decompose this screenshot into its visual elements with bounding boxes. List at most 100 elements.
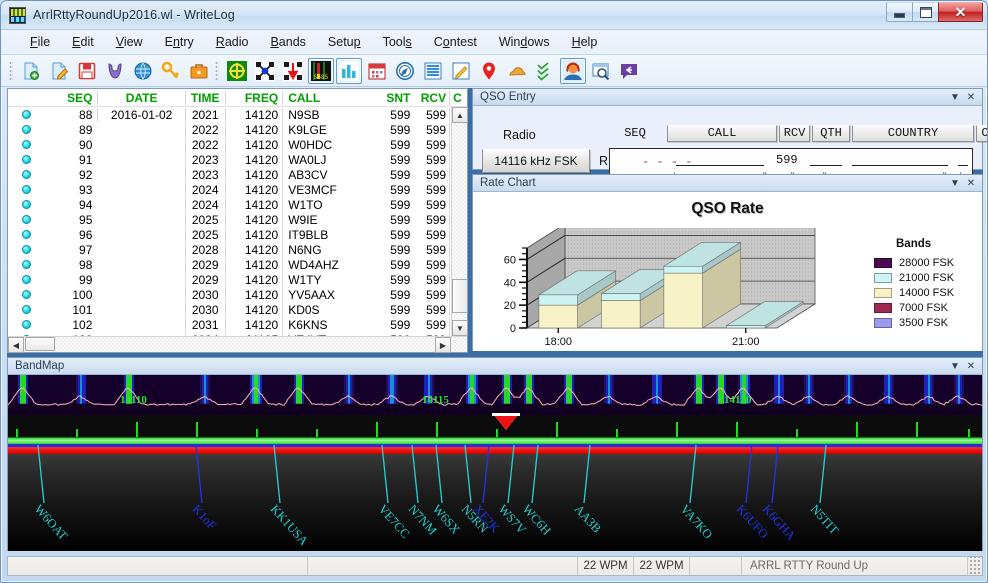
qso-qth-field[interactable] bbox=[810, 165, 842, 166]
menu-item-setup[interactable]: Setup bbox=[317, 33, 372, 51]
menu-item-windows[interactable]: Windows bbox=[488, 33, 561, 51]
operator-icon[interactable] bbox=[560, 58, 586, 84]
menu-item-bands[interactable]: Bands bbox=[259, 33, 316, 51]
menu-item-entry[interactable]: Entry bbox=[154, 33, 205, 51]
table-row[interactable]: 94202414120W1TO599599M bbox=[8, 197, 467, 212]
table-row[interactable]: 97202814120N6NG599599C bbox=[8, 242, 467, 257]
table-row[interactable]: 102203114120K6KNS599599C bbox=[8, 317, 467, 332]
bandmap-collapse-icon[interactable]: ▼ bbox=[948, 360, 962, 373]
radio-frequency-button[interactable]: 14116 kHz FSK bbox=[482, 149, 590, 173]
toolbar-grip-2[interactable] bbox=[215, 61, 219, 81]
log-header-rcv[interactable]: RCV bbox=[413, 91, 449, 105]
log-horizontal-scrollbar[interactable]: ◀ ▶ bbox=[8, 336, 467, 352]
qso-status-dot-icon bbox=[8, 155, 46, 164]
new-document-icon[interactable] bbox=[18, 58, 44, 84]
toolbar: 5585 bbox=[1, 55, 987, 87]
key-icon[interactable] bbox=[158, 58, 184, 84]
briefcase-icon[interactable] bbox=[186, 58, 212, 84]
horizontal-scroll-thumb[interactable] bbox=[25, 337, 55, 351]
qso-entry-collapse-icon[interactable]: ▼ bbox=[948, 91, 962, 104]
minimize-button[interactable] bbox=[886, 2, 913, 22]
bandmap-spot-area[interactable] bbox=[8, 454, 982, 551]
menu-item-edit[interactable]: Edit bbox=[61, 33, 105, 51]
table-row[interactable]: 98202914120WD4AHZ599599F bbox=[8, 257, 467, 272]
qso-entry-close-icon[interactable]: ✕ bbox=[964, 91, 978, 104]
menu-item-help[interactable]: Help bbox=[561, 33, 609, 51]
table-row[interactable]: 92202314120AB3CV599599M bbox=[8, 167, 467, 182]
log-header-time[interactable]: TIME bbox=[185, 91, 225, 105]
pencil-icon[interactable] bbox=[448, 58, 474, 84]
text-list-icon[interactable] bbox=[420, 58, 446, 84]
writelog-app-icon[interactable] bbox=[9, 7, 26, 24]
table-row[interactable]: 100203014120YV5AAX5995991 bbox=[8, 287, 467, 302]
packet-cluster-icon[interactable] bbox=[252, 58, 278, 84]
check-list-icon[interactable] bbox=[532, 58, 558, 84]
close-button[interactable]: ✕ bbox=[938, 2, 983, 22]
table-row[interactable]: 91202314120WA0LJ599599M bbox=[8, 152, 467, 167]
qso-header-call[interactable]: CALL bbox=[667, 125, 777, 142]
packet-spot-icon[interactable] bbox=[280, 58, 306, 84]
search-window-icon[interactable] bbox=[588, 58, 614, 84]
bandmap-close-icon[interactable]: ✕ bbox=[964, 360, 978, 373]
log-header-date[interactable]: DATE bbox=[97, 91, 184, 105]
scroll-left-arrow-icon[interactable]: ◀ bbox=[8, 337, 24, 353]
table-row[interactable]: 99202914120W1TY599599N bbox=[8, 272, 467, 287]
menu-item-view[interactable]: View bbox=[105, 33, 154, 51]
scroll-right-arrow-icon[interactable]: ▶ bbox=[435, 337, 451, 353]
qso-header-country[interactable]: COUNTRY bbox=[852, 125, 974, 142]
cell-time: 2029 bbox=[185, 273, 225, 287]
log-rows-container[interactable]: 882016-01-02202114120N9SB599599IL8920221… bbox=[8, 107, 467, 336]
log-header-snt[interactable]: SNT bbox=[378, 91, 414, 105]
save-icon[interactable] bbox=[74, 58, 100, 84]
menu-item-file[interactable]: File bbox=[19, 33, 61, 51]
rate-chart-icon[interactable] bbox=[336, 58, 362, 84]
log-header-seq[interactable]: SEQ bbox=[46, 91, 98, 105]
qso-header-c[interactable]: C bbox=[976, 125, 988, 142]
table-row[interactable]: 95202514120W9IE599599IL bbox=[8, 212, 467, 227]
tuning-marker-icon[interactable] bbox=[494, 415, 518, 430]
maximize-button[interactable] bbox=[912, 2, 939, 22]
cell-seq: 94 bbox=[46, 198, 98, 212]
message-icon[interactable] bbox=[616, 58, 642, 84]
qso-c-field[interactable] bbox=[958, 165, 968, 166]
toolbar-grip[interactable] bbox=[9, 61, 13, 81]
compass-icon[interactable] bbox=[392, 58, 418, 84]
qsl-icon[interactable] bbox=[102, 58, 128, 84]
table-row[interactable]: 90202214120W0HDC599599N bbox=[8, 137, 467, 152]
bandmap-canvas[interactable]: 141101411514120 W6OATK1oFKK1USAVE7CCN7NM… bbox=[8, 375, 982, 551]
menu-item-tools[interactable]: Tools bbox=[372, 33, 423, 51]
qso-header-rcv[interactable]: RCV bbox=[779, 125, 810, 142]
open-document-icon[interactable] bbox=[46, 58, 72, 84]
cell-seq: 98 bbox=[46, 258, 98, 272]
qso-entry-input-row[interactable]: - - - - 599 | " " " " | bbox=[609, 148, 973, 176]
table-row[interactable]: 101203014120KD0S599599S bbox=[8, 302, 467, 317]
rate-chart-collapse-icon[interactable]: ▼ bbox=[948, 177, 962, 190]
calendar-icon[interactable] bbox=[364, 58, 390, 84]
log-header-freq[interactable]: FREQ bbox=[225, 91, 283, 105]
cloud-icon[interactable] bbox=[504, 58, 530, 84]
spectrum-icon[interactable]: 5585 bbox=[308, 58, 334, 84]
scroll-down-arrow-icon[interactable]: ▼ bbox=[452, 320, 468, 336]
rate-chart-close-icon[interactable]: ✕ bbox=[964, 177, 978, 190]
map-pin-icon[interactable] bbox=[476, 58, 502, 84]
table-row[interactable]: 89202214120K9LGE599599IL bbox=[8, 122, 467, 137]
qso-call-field[interactable] bbox=[676, 165, 764, 166]
rate-chart-body: QSO Rate 020406018:0021:00 Bands 28000 F… bbox=[473, 192, 982, 351]
resize-grip-icon[interactable] bbox=[968, 557, 982, 575]
scroll-up-arrow-icon[interactable]: ▲ bbox=[452, 107, 468, 123]
menu-item-contest[interactable]: Contest bbox=[423, 33, 488, 51]
globe-icon[interactable] bbox=[130, 58, 156, 84]
vertical-scroll-thumb[interactable] bbox=[452, 279, 468, 313]
table-row[interactable]: 882016-01-02202114120N9SB599599IL bbox=[8, 107, 467, 122]
log-vertical-scrollbar[interactable]: ▲ ▼ bbox=[451, 107, 467, 336]
qso-country-field[interactable] bbox=[852, 165, 948, 166]
table-row[interactable]: 96202514120IT9BLB5995991 bbox=[8, 227, 467, 242]
network-icon[interactable] bbox=[224, 58, 250, 84]
table-row[interactable]: 93202414120VE3MCF599599O bbox=[8, 182, 467, 197]
cell-time: 2024 bbox=[185, 198, 225, 212]
menu-item-radio[interactable]: Radio bbox=[205, 33, 260, 51]
qso-header-qth[interactable]: QTH bbox=[812, 125, 850, 142]
cell-snt: 599 bbox=[378, 243, 414, 257]
log-header-country[interactable]: C bbox=[449, 91, 467, 105]
log-header-call[interactable]: CALL bbox=[282, 91, 377, 105]
